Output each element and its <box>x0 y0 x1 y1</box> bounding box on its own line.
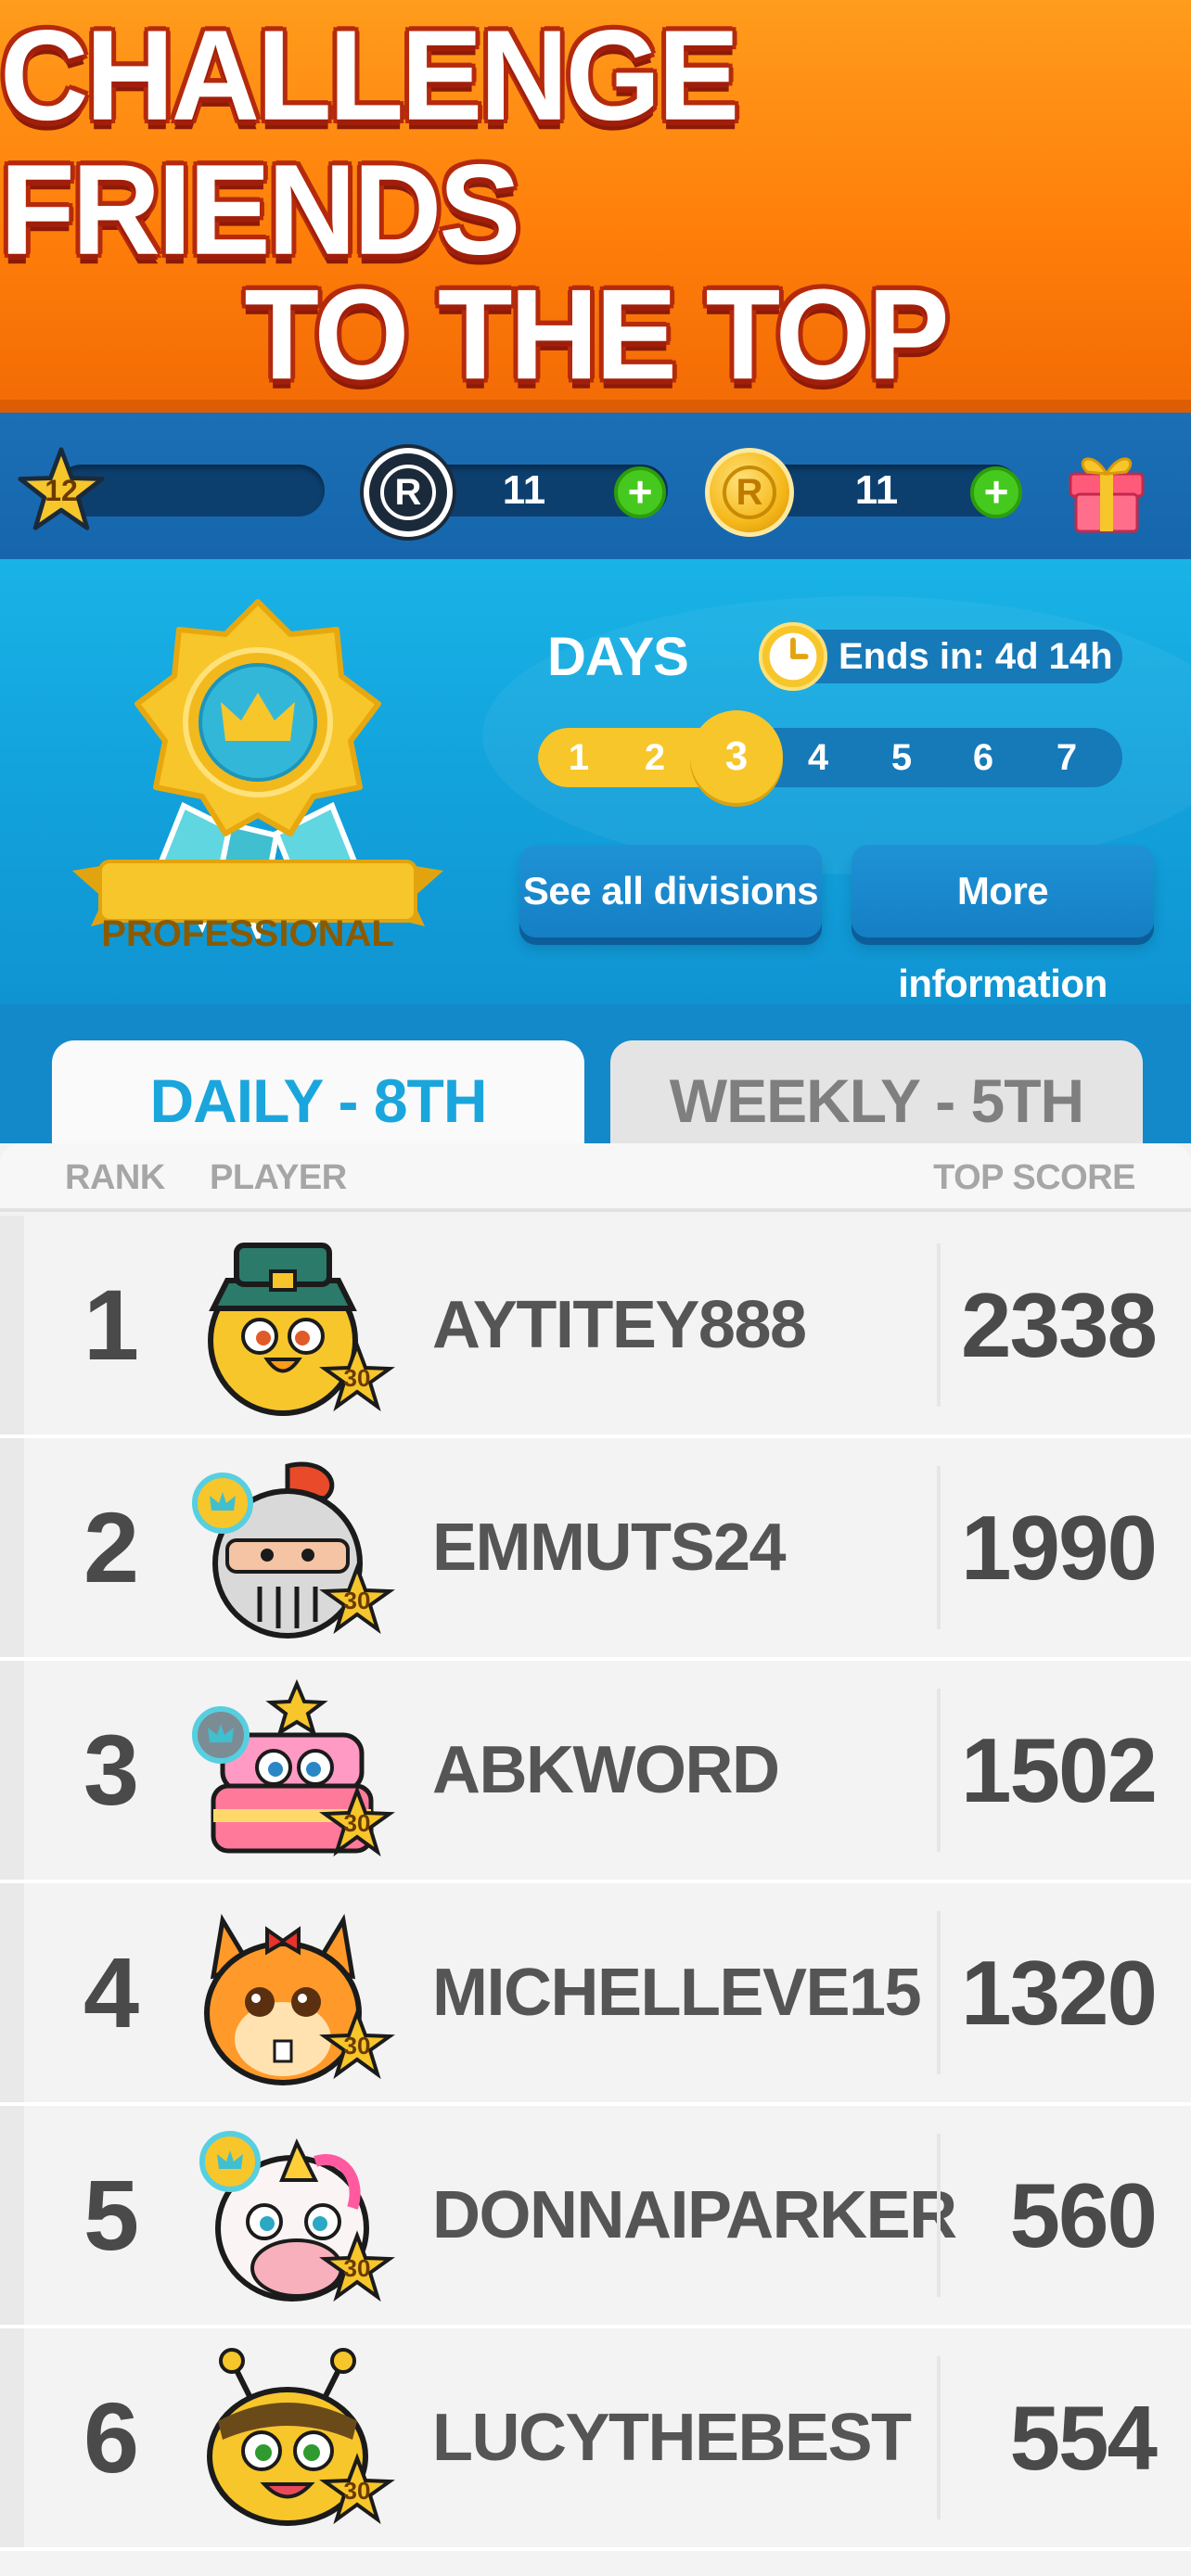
header-rank: RANK <box>65 1158 165 1197</box>
knight-helmet-icon: 30 <box>192 1461 395 1639</box>
row-rank: 4 <box>83 1936 140 2048</box>
ends-in-text: Ends in: 4d 14h <box>839 636 1113 677</box>
banner-title-line-2: TO THE TOP <box>244 261 949 406</box>
banner-title-line-1: CHALLENGE FRIENDS <box>0 3 739 281</box>
column-divider <box>937 1689 941 1852</box>
day-7: 7 <box>1056 737 1078 778</box>
hamster-bow-icon: 30 <box>204 1913 395 2085</box>
days-label: DAYS <box>547 627 689 687</box>
table-row[interactable]: 1 30 AYTITEY888 2338 <box>0 1216 1191 1438</box>
gold-coin-letter: R <box>723 465 776 519</box>
day-4: 4 <box>807 737 829 778</box>
add-coins-button[interactable]: + <box>970 466 1022 518</box>
level-number: 12 <box>45 474 78 507</box>
player-name: LUCYTHEBEST <box>432 2401 912 2475</box>
gift-icon[interactable] <box>1065 440 1148 535</box>
chick-pilgrim-hat-icon: 30 <box>208 1243 395 1416</box>
chip-coin-icon: R <box>364 448 453 537</box>
player-score: 560 <box>1009 2164 1158 2266</box>
column-divider <box>937 1911 941 2074</box>
player-score: 1990 <box>960 1497 1158 1599</box>
see-all-divisions-button[interactable]: See all divisions <box>519 845 822 937</box>
level-badge-text: 30 <box>344 1809 371 1837</box>
leaderboard-rows: 1 30 AYTITEY888 2338 2 30 EMMUTS24 1990 … <box>0 1216 1191 2551</box>
row-rank: 3 <box>83 1714 140 1826</box>
level-badge-text: 30 <box>344 1587 371 1614</box>
player-name: DONNAIPARKER <box>432 2178 957 2252</box>
gold-coin-icon: R <box>705 448 794 537</box>
day-1: 1 <box>568 737 590 778</box>
player-score: 554 <box>1009 2387 1158 2489</box>
player-name: MICHELLEVE15 <box>432 1956 922 2030</box>
leaderboard-table: RANK PLAYER TOP SCORE 1 30 AYTITEY888 23… <box>0 1143 1191 2576</box>
player-name: AYTITEY888 <box>432 1288 807 1362</box>
header-top-score: TOP SCORE <box>933 1158 1135 1197</box>
coins-count: 11 <box>854 467 899 513</box>
row-rank: 1 <box>83 1269 140 1381</box>
row-rank: 2 <box>83 1491 140 1603</box>
chips-count: 11 <box>502 467 546 513</box>
column-divider <box>937 2356 941 2519</box>
player-score: 1502 <box>960 1719 1158 1821</box>
player-name: EMMUTS24 <box>432 1511 787 1585</box>
table-row[interactable]: 4 30 MICHELLEVE15 1320 <box>0 1883 1191 2106</box>
league-panel: PROFESSIONAL DAYS Ends in: 4d 14h 1 2 3 … <box>0 559 1191 1004</box>
bee-icon: 30 <box>207 2348 395 2526</box>
promo-banner: CHALLENGE FRIENDS TO THE TOP <box>0 0 1191 413</box>
cake-monster-icon: 30 <box>192 1679 395 1857</box>
more-information-button[interactable]: More information <box>852 845 1154 1004</box>
table-row[interactable]: 5 30 DONNAIPARKER 560 <box>0 2106 1191 2328</box>
day-2: 2 <box>644 737 666 778</box>
add-chips-button[interactable]: + <box>614 466 666 518</box>
column-divider <box>937 1466 941 1629</box>
column-divider <box>937 2134 941 2297</box>
level-badge-text: 30 <box>344 1364 371 1392</box>
table-header: RANK PLAYER TOP SCORE <box>0 1143 1191 1212</box>
header-player: PLAYER <box>210 1158 347 1197</box>
row-rank: 6 <box>83 2381 140 2493</box>
day-5: 5 <box>890 737 913 778</box>
column-divider <box>937 1243 941 1407</box>
player-score: 1320 <box>960 1942 1158 2044</box>
player-name: ABKWORD <box>432 1733 780 1807</box>
day-6: 6 <box>972 737 994 778</box>
day-3-current: 3 <box>690 710 783 803</box>
table-row[interactable]: 6 30 LUCYTHEBEST 554 <box>0 2328 1191 2551</box>
chip-coin-letter: R <box>380 465 436 520</box>
table-row[interactable]: 2 30 EMMUTS24 1990 <box>0 1438 1191 1661</box>
row-rank: 5 <box>83 2159 140 2271</box>
clock-icon <box>758 621 828 692</box>
level-badge-text: 30 <box>344 2477 371 2505</box>
unicorn-icon: 30 <box>199 2131 395 2302</box>
player-score: 2338 <box>960 1274 1158 1376</box>
level-badge-text: 30 <box>344 2254 371 2282</box>
table-row[interactable]: 3 30 ABKWORD 1502 <box>0 1661 1191 1883</box>
division-name: PROFESSIONAL <box>101 913 394 954</box>
currency-bar: 12 R 11 + R 11 + <box>0 413 1191 559</box>
level-badge-text: 30 <box>344 2032 371 2060</box>
